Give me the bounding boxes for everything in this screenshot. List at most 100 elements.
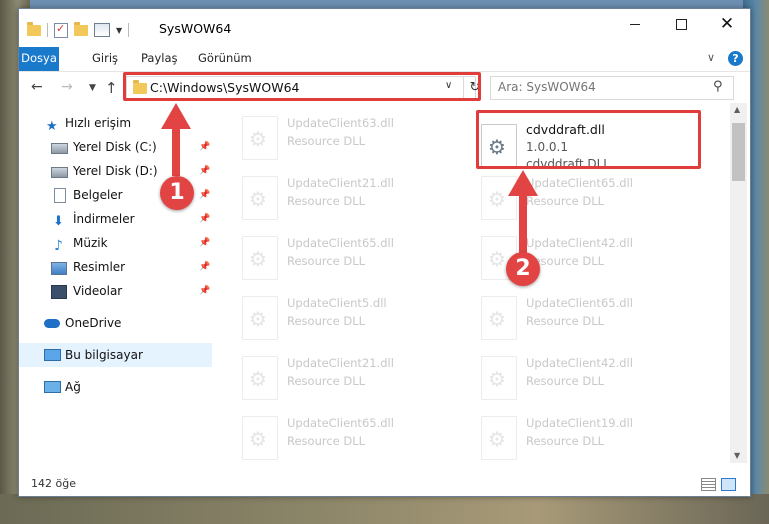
sidebar-item-label: OneDrive <box>65 316 122 330</box>
dll-file-icon <box>242 236 278 280</box>
tiles-view-icon[interactable] <box>721 478 736 491</box>
file-name: UpdateClient42.dll <box>526 236 633 250</box>
file-name: UpdateClient65.dll <box>287 236 394 250</box>
dll-file-icon <box>481 356 517 400</box>
scroll-down-arrow-icon[interactable]: ▼ <box>734 451 740 460</box>
file-item[interactable]: UpdateClient21.dll Resource DLL <box>242 353 462 409</box>
sidebar-item-network[interactable]: Ağ <box>19 375 212 399</box>
step-badge-2: 2 <box>506 252 540 286</box>
file-name: UpdateClient5.dll <box>287 296 387 310</box>
sidebar-item-pictures[interactable]: Resimler 📌 <box>19 255 212 279</box>
scroll-up-arrow-icon[interactable]: ▲ <box>734 105 740 114</box>
status-bar: 142 öğe <box>19 473 750 496</box>
pin-icon[interactable]: 📌 <box>199 135 210 159</box>
sidebar-item-this-pc[interactable]: Bu bilgisayar <box>19 343 212 367</box>
back-arrow-icon[interactable]: ← <box>31 79 43 95</box>
search-icon[interactable]: ⚲ <box>713 79 723 94</box>
help-button[interactable]: ? <box>728 51 743 66</box>
music-icon: ♪ <box>54 238 63 254</box>
expand-ribbon-icon[interactable]: ∨ <box>707 51 715 64</box>
arrow-head-2 <box>508 170 538 196</box>
file-description: Resource DLL <box>526 434 605 448</box>
file-description: Resource DLL <box>287 314 366 328</box>
tab-view[interactable]: Görünüm <box>190 47 260 71</box>
sidebar-item-label: Resimler <box>73 260 126 274</box>
cloud-icon <box>44 319 60 328</box>
view-options-icon[interactable] <box>94 23 110 37</box>
close-button[interactable]: ✕ <box>704 9 750 39</box>
sidebar-item-music[interactable]: ♪ Müzik 📌 <box>19 231 212 255</box>
search-box[interactable]: ⚲ <box>490 76 734 100</box>
file-description: Resource DLL <box>287 374 366 388</box>
drive-icon <box>51 167 68 178</box>
sidebar-item-label: Videolar <box>73 284 123 298</box>
dll-file-icon <box>242 176 278 220</box>
file-name: UpdateClient65.dll <box>526 296 633 310</box>
properties-icon[interactable] <box>54 22 68 38</box>
file-description: Resource DLL <box>526 314 605 328</box>
file-item[interactable]: UpdateClient42.dll Resource DLL <box>481 353 701 409</box>
file-name: UpdateClient63.dll <box>287 116 394 130</box>
file-description: Resource DLL <box>287 194 366 208</box>
pin-icon[interactable]: 📌 <box>199 255 210 279</box>
customize-toolbar-caret-icon[interactable]: ▼ <box>116 26 122 35</box>
file-item[interactable]: UpdateClient5.dll Resource DLL <box>242 293 462 349</box>
pin-icon[interactable]: 📌 <box>199 279 210 303</box>
dll-file-icon <box>242 356 278 400</box>
file-item[interactable]: UpdateClient65.dll Resource DLL <box>242 233 462 289</box>
item-count: 142 öğe <box>31 477 76 490</box>
pin-icon[interactable]: 📌 <box>199 207 210 231</box>
pin-icon[interactable]: 📌 <box>199 159 210 183</box>
file-name: UpdateClient42.dll <box>526 356 633 370</box>
pin-icon[interactable]: 📌 <box>199 231 210 255</box>
navigation-pane: ★ Hızlı erişim Yerel Disk (C:) 📌 Yerel D… <box>19 103 212 463</box>
minimize-button[interactable] <box>612 9 658 39</box>
sidebar-item-label: Yerel Disk (C:) <box>73 140 157 154</box>
file-name: UpdateClient65.dll <box>526 176 633 190</box>
sidebar-item-disk-c[interactable]: Yerel Disk (C:) 📌 <box>19 135 212 159</box>
search-input[interactable] <box>498 80 698 94</box>
file-description: Resource DLL <box>287 134 366 148</box>
toolbar-divider <box>47 23 48 37</box>
arrow-shaft-1 <box>172 128 180 176</box>
scrollbar-thumb[interactable] <box>732 123 745 181</box>
new-folder-icon[interactable] <box>74 21 88 36</box>
vertical-scrollbar[interactable]: ▲ ▼ <box>730 103 747 463</box>
file-name: UpdateClient65.dll <box>287 416 394 430</box>
up-arrow-icon[interactable]: ↑ <box>105 79 118 97</box>
arrow-head-1 <box>161 103 191 129</box>
folder-icon[interactable] <box>27 21 41 36</box>
window-title: SysWOW64 <box>159 21 232 36</box>
forward-arrow-icon[interactable]: → <box>61 79 73 95</box>
picture-icon <box>51 262 67 275</box>
sidebar-item-downloads[interactable]: ⬇ İndirmeler 📌 <box>19 207 212 231</box>
file-item[interactable]: UpdateClient63.dll Resource DLL <box>242 113 462 169</box>
sidebar-item-videos[interactable]: Videolar 📌 <box>19 279 212 303</box>
maximize-button[interactable] <box>658 9 704 39</box>
tab-share[interactable]: Paylaş <box>133 47 186 71</box>
sidebar-item-onedrive[interactable]: OneDrive <box>19 311 212 335</box>
drive-icon <box>51 143 68 154</box>
file-description: Resource DLL <box>526 194 605 208</box>
file-item[interactable]: UpdateClient65.dll Resource DLL <box>481 293 701 349</box>
sidebar-item-label: Hızlı erişim <box>65 116 132 130</box>
file-item[interactable]: UpdateClient65.dll Resource DLL <box>242 413 462 463</box>
tab-file[interactable]: Dosya <box>19 47 59 71</box>
dll-file-icon <box>481 296 517 340</box>
computer-icon <box>44 349 61 361</box>
arrow-shaft-2 <box>519 195 527 253</box>
pin-icon[interactable]: 📌 <box>199 183 210 207</box>
sidebar-item-label: Ağ <box>65 380 81 394</box>
file-item[interactable]: UpdateClient21.dll Resource DLL <box>242 173 462 229</box>
download-icon: ⬇ <box>53 214 64 229</box>
tab-home[interactable]: Giriş <box>84 47 126 71</box>
details-view-icon[interactable] <box>701 478 716 491</box>
sidebar-item-label: Müzik <box>73 236 108 250</box>
file-highlight-box <box>476 110 701 169</box>
ribbon-tabs: Dosya Giriş Paylaş Görünüm ∨ ? <box>19 47 750 71</box>
file-item[interactable]: UpdateClient19.dll Resource DLL <box>481 413 701 463</box>
file-name: UpdateClient19.dll <box>526 416 633 430</box>
toolbar-divider <box>128 23 130 37</box>
desktop-background-bottom <box>0 494 769 524</box>
recent-locations-icon[interactable]: ▼ <box>89 83 96 93</box>
